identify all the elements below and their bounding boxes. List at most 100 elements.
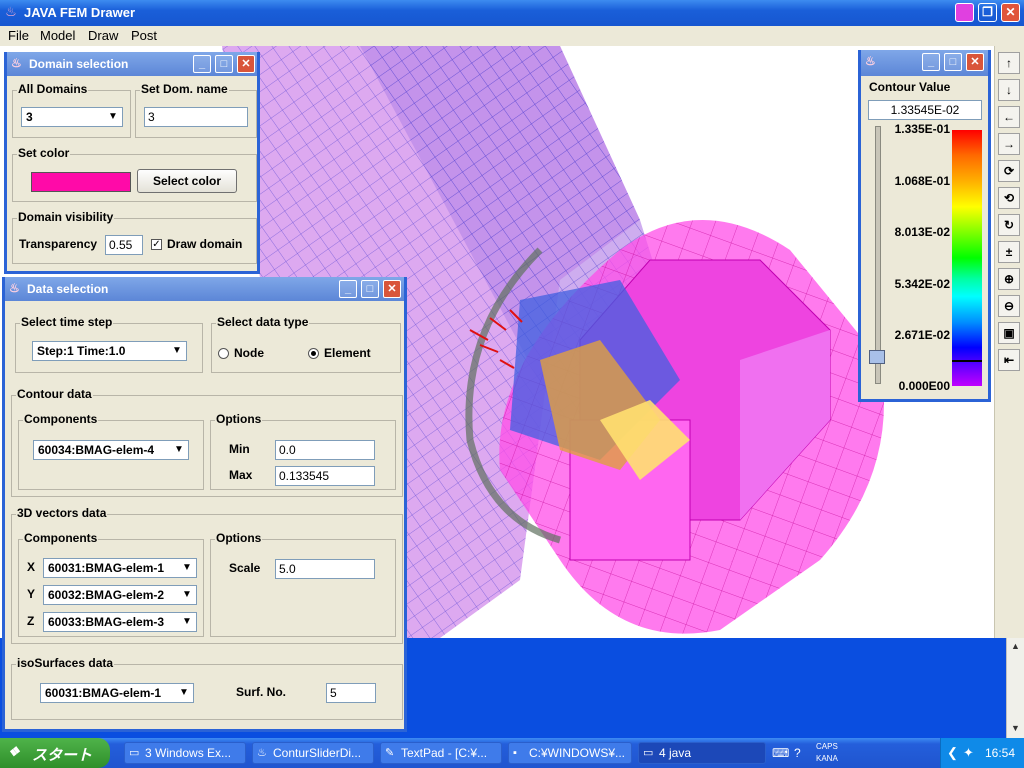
task-cmd[interactable]: ▪ C:¥WINDOWS¥... <box>508 742 632 764</box>
right-arrow-icon[interactable]: → <box>998 133 1020 155</box>
task-java[interactable]: ▭ 4 java <box>638 742 766 764</box>
panel-minimize-button[interactable]: _ <box>922 53 940 71</box>
vz-combo[interactable]: 60033:BMAG-elem-3 ▼ <box>43 612 197 632</box>
contour-slider-track[interactable] <box>875 126 881 384</box>
menu-model[interactable]: Model <box>40 28 75 43</box>
task-label: ConturSliderDi... <box>273 746 362 760</box>
chevron-down-icon: ▼ <box>179 687 189 698</box>
rotate-x-icon[interactable]: ⟳ <box>998 160 1020 182</box>
select-color-button[interactable]: Select color <box>137 169 237 193</box>
help-icon[interactable]: ? <box>794 746 801 760</box>
task-textpad[interactable]: ✎ TextPad - [C:¥... <box>380 742 502 764</box>
time-step-group: Select time step Step:1 Time:1.0 ▼ <box>15 315 203 373</box>
min-label: Min <box>229 442 250 456</box>
draw-domain-checkbox[interactable]: ✓ <box>151 239 162 250</box>
vertical-scrollbar[interactable]: ▲ ▼ <box>1006 638 1024 738</box>
panel-close-button[interactable]: ✕ <box>966 53 984 71</box>
system-tray: ❮ ✦ 16:54 <box>940 738 1024 768</box>
menu-bar: File Model Draw Post <box>0 26 1024 46</box>
surf-no-field[interactable]: 5 <box>326 683 376 703</box>
network-icon[interactable]: ✦ <box>963 745 974 761</box>
fit-icon[interactable]: ▣ <box>998 322 1020 344</box>
task-label: C:¥WINDOWS¥... <box>529 746 626 760</box>
time-step-combo[interactable]: Step:1 Time:1.0 ▼ <box>32 341 187 361</box>
components-label: Components <box>23 531 99 545</box>
scale-label-3: 5.342E-02 <box>894 277 950 291</box>
menu-draw[interactable]: Draw <box>88 28 118 43</box>
contour-component-combo[interactable]: 60034:BMAG-elem-4 ▼ <box>33 440 189 460</box>
draw-domain-label: Draw domain <box>167 237 243 251</box>
back-arrow-icon[interactable]: ⇤ <box>998 349 1020 371</box>
vector-options-group: Options Scale 5.0 <box>210 531 396 637</box>
vz-label: Z <box>27 614 35 628</box>
java-icon: ♨ <box>257 747 267 759</box>
panel-maximize-button[interactable]: □ <box>944 53 962 71</box>
contour-component-value: 60034:BMAG-elem-4 <box>38 443 155 457</box>
domain-visibility-group: Domain visibility Transparency 0.55 ✓ Dr… <box>12 210 257 264</box>
plus-minus-icon[interactable]: ± <box>998 241 1020 263</box>
components-label: Components <box>23 412 99 426</box>
contour-slider-thumb[interactable] <box>869 350 885 365</box>
menu-file[interactable]: File <box>8 28 29 43</box>
tray-arrow-icon[interactable]: ❮ <box>947 745 958 761</box>
element-radio[interactable] <box>308 348 319 359</box>
panel-maximize-button[interactable]: □ <box>215 55 233 73</box>
vx-combo[interactable]: 60031:BMAG-elem-1 ▼ <box>43 558 197 578</box>
start-label: スタート <box>32 747 93 764</box>
chevron-down-icon: ▼ <box>108 111 118 122</box>
start-button[interactable]: ❖ スタート <box>0 738 110 768</box>
keyboard-icon[interactable]: ⌨ <box>772 746 789 760</box>
panel-maximize-button[interactable]: □ <box>361 280 379 298</box>
vz-value: 60033:BMAG-elem-3 <box>48 615 165 629</box>
data-type-label: Select data type <box>216 315 310 329</box>
contour-value-field[interactable]: 1.33545E-02 <box>868 100 982 120</box>
task-label: 3 Windows Ex... <box>145 746 232 760</box>
scroll-up-icon[interactable]: ▲ <box>1009 640 1022 653</box>
up-arrow-icon[interactable]: ↑ <box>998 52 1020 74</box>
close-button[interactable]: ✕ <box>1001 3 1020 22</box>
node-radio[interactable] <box>218 348 229 359</box>
task-label: 4 java <box>659 746 692 760</box>
vy-combo[interactable]: 60032:BMAG-elem-2 ▼ <box>43 585 197 605</box>
iso-component-combo[interactable]: 60031:BMAG-elem-1 ▼ <box>40 683 194 703</box>
task-contour-slider[interactable]: ♨ ConturSliderDi... <box>252 742 374 764</box>
domain-panel-titlebar: ♨ Domain selection _ □ ✕ <box>7 52 257 76</box>
scale-label-1: 1.068E-01 <box>894 174 950 188</box>
iso-component-value: 60031:BMAG-elem-1 <box>45 686 162 700</box>
minimize-button[interactable] <box>955 3 974 22</box>
domain-visibility-label: Domain visibility <box>17 210 115 224</box>
menu-post[interactable]: Post <box>131 28 157 43</box>
panel-close-button[interactable]: ✕ <box>237 55 255 73</box>
dom-name-field[interactable]: 3 <box>144 107 248 127</box>
down-arrow-icon[interactable]: ↓ <box>998 79 1020 101</box>
java-icon: ♨ <box>11 56 22 70</box>
scale-label-5: 0.000E00 <box>898 379 950 393</box>
scroll-down-icon[interactable]: ▼ <box>1009 722 1022 735</box>
color-scale-bar <box>952 130 982 386</box>
panel-minimize-button[interactable]: _ <box>339 280 357 298</box>
task-windows-explorer[interactable]: ▭ 3 Windows Ex... <box>124 742 246 764</box>
all-domains-combo[interactable]: 3 ▼ <box>21 107 123 127</box>
time-step-label: Select time step <box>20 315 114 329</box>
domain-selection-panel: ♨ Domain selection _ □ ✕ All Domains 3 ▼… <box>4 52 260 274</box>
vx-value: 60031:BMAG-elem-1 <box>48 561 165 575</box>
transparency-field[interactable]: 0.55 <box>105 235 143 255</box>
scale-field[interactable]: 5.0 <box>275 559 375 579</box>
contour-value-label: Contour Value <box>869 80 951 94</box>
min-field[interactable]: 0.0 <box>275 440 375 460</box>
panel-minimize-button[interactable]: _ <box>193 55 211 73</box>
panel-close-button[interactable]: ✕ <box>383 280 401 298</box>
data-selection-panel: ♨ Data selection _ □ ✕ Select time step … <box>2 277 407 732</box>
contour-panel-titlebar: ♨ _ □ ✕ <box>861 50 988 76</box>
maximize-button[interactable]: ❐ <box>978 3 997 22</box>
zoom-out-icon[interactable]: ⊖ <box>998 295 1020 317</box>
contour-components-group: Components 60034:BMAG-elem-4 ▼ <box>18 412 204 490</box>
max-field[interactable]: 0.133545 <box>275 466 375 486</box>
element-label: Element <box>324 346 371 360</box>
rotate-y-icon[interactable]: ⟲ <box>998 187 1020 209</box>
left-arrow-icon[interactable]: ← <box>998 106 1020 128</box>
all-domains-value: 3 <box>26 110 33 124</box>
rotate-z-icon[interactable]: ↻ <box>998 214 1020 236</box>
zoom-in-icon[interactable]: ⊕ <box>998 268 1020 290</box>
vy-value: 60032:BMAG-elem-2 <box>48 588 165 602</box>
